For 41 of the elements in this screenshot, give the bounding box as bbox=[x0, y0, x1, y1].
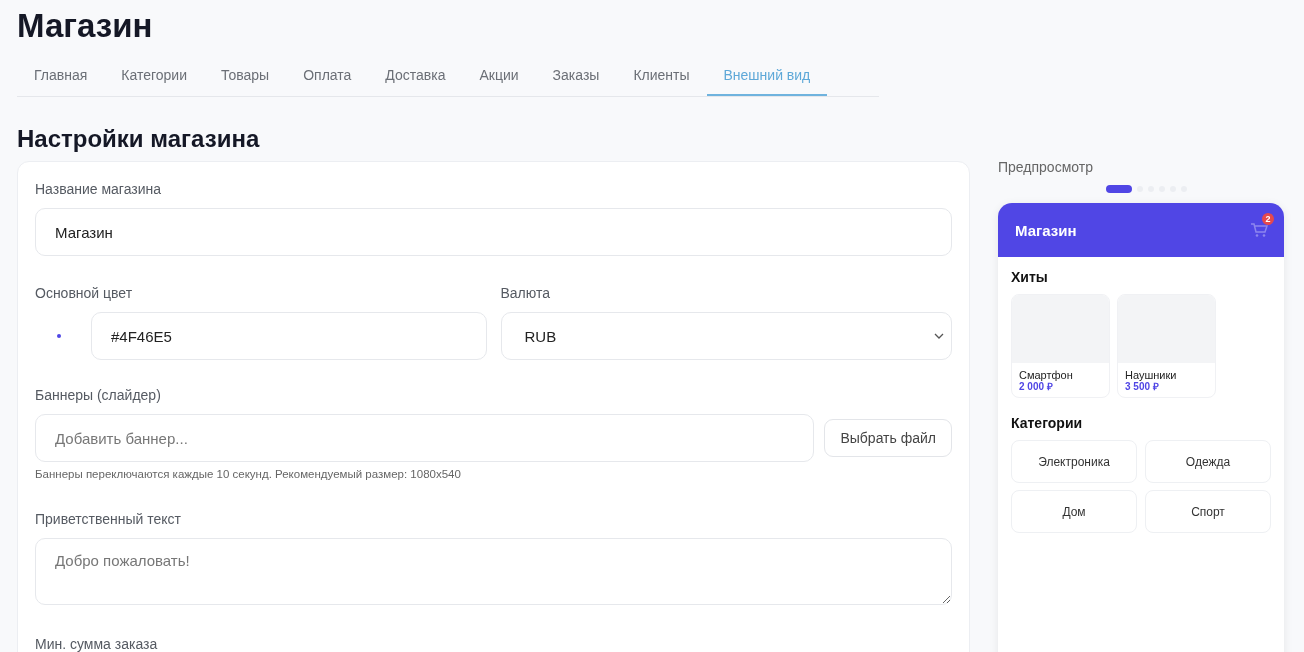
product-name: Смартфон bbox=[1018, 368, 1074, 381]
nav-tab[interactable]: Оплата bbox=[286, 54, 369, 96]
color-swatch[interactable] bbox=[57, 334, 61, 338]
field-label: Валюта bbox=[500, 284, 552, 302]
field-hint: Баннеры переключаются каждые 10 секунд. Рекомендуемый размер: 1080x540 bbox=[35, 468, 462, 480]
app-title: Магазин bbox=[17, 6, 154, 45]
choose-file-button[interactable]: Выбрать файл bbox=[824, 419, 952, 457]
field-label: Приветственный текст bbox=[35, 510, 182, 528]
chevron-down-icon bbox=[934, 333, 944, 339]
page-heading: Настройки магазина bbox=[17, 125, 261, 153]
nav-tab[interactable]: Категории bbox=[104, 54, 204, 96]
product-card[interactable]: Наушники 3 500 ₽ bbox=[1117, 294, 1216, 398]
nav-tab[interactable]: Заказы bbox=[535, 54, 617, 96]
banner-field[interactable]: Добавить баннер... bbox=[35, 414, 815, 462]
nav-tab[interactable]: Доставка bbox=[368, 54, 463, 96]
nav-tab[interactable]: Акции bbox=[462, 54, 536, 96]
section-title: Категории bbox=[1011, 415, 1084, 433]
category-button[interactable]: Электроника bbox=[1011, 440, 1137, 483]
field-label: Основной цвет bbox=[35, 284, 134, 302]
field-label: Баннеры (слайдер) bbox=[35, 386, 162, 404]
category-button[interactable]: Дом bbox=[1011, 490, 1137, 533]
category-button[interactable]: Спорт bbox=[1145, 490, 1271, 533]
color-field[interactable]: #4F46E5 bbox=[91, 312, 487, 360]
field-label: Название магазина bbox=[35, 180, 163, 198]
nav-tab[interactable]: Клиенты bbox=[616, 54, 707, 96]
nav-tab[interactable]: Товары bbox=[204, 54, 287, 96]
welcome-text-field[interactable]: Добро пожаловать! bbox=[35, 538, 952, 605]
preview-label: Предпросмотр bbox=[998, 159, 1094, 177]
product-name: Наушники bbox=[1124, 368, 1178, 381]
category-button[interactable]: Одежда bbox=[1145, 440, 1271, 483]
nav-tab[interactable]: Главная bbox=[17, 54, 105, 96]
section-title: Хиты bbox=[1011, 269, 1049, 287]
store-name-field[interactable]: Магазин bbox=[35, 208, 952, 256]
store-title: Магазин bbox=[1015, 221, 1077, 239]
cart-count-badge: 2 bbox=[1262, 213, 1274, 225]
cart-icon[interactable] bbox=[1250, 222, 1268, 238]
currency-select[interactable]: RUB bbox=[500, 312, 952, 360]
product-price: 2 000 ₽ bbox=[1018, 381, 1053, 393]
product-price: 3 500 ₽ bbox=[1124, 381, 1159, 393]
field-label: Мин. сумма заказа bbox=[35, 635, 159, 652]
product-card[interactable]: Смартфон 2 000 ₽ bbox=[1011, 294, 1110, 398]
